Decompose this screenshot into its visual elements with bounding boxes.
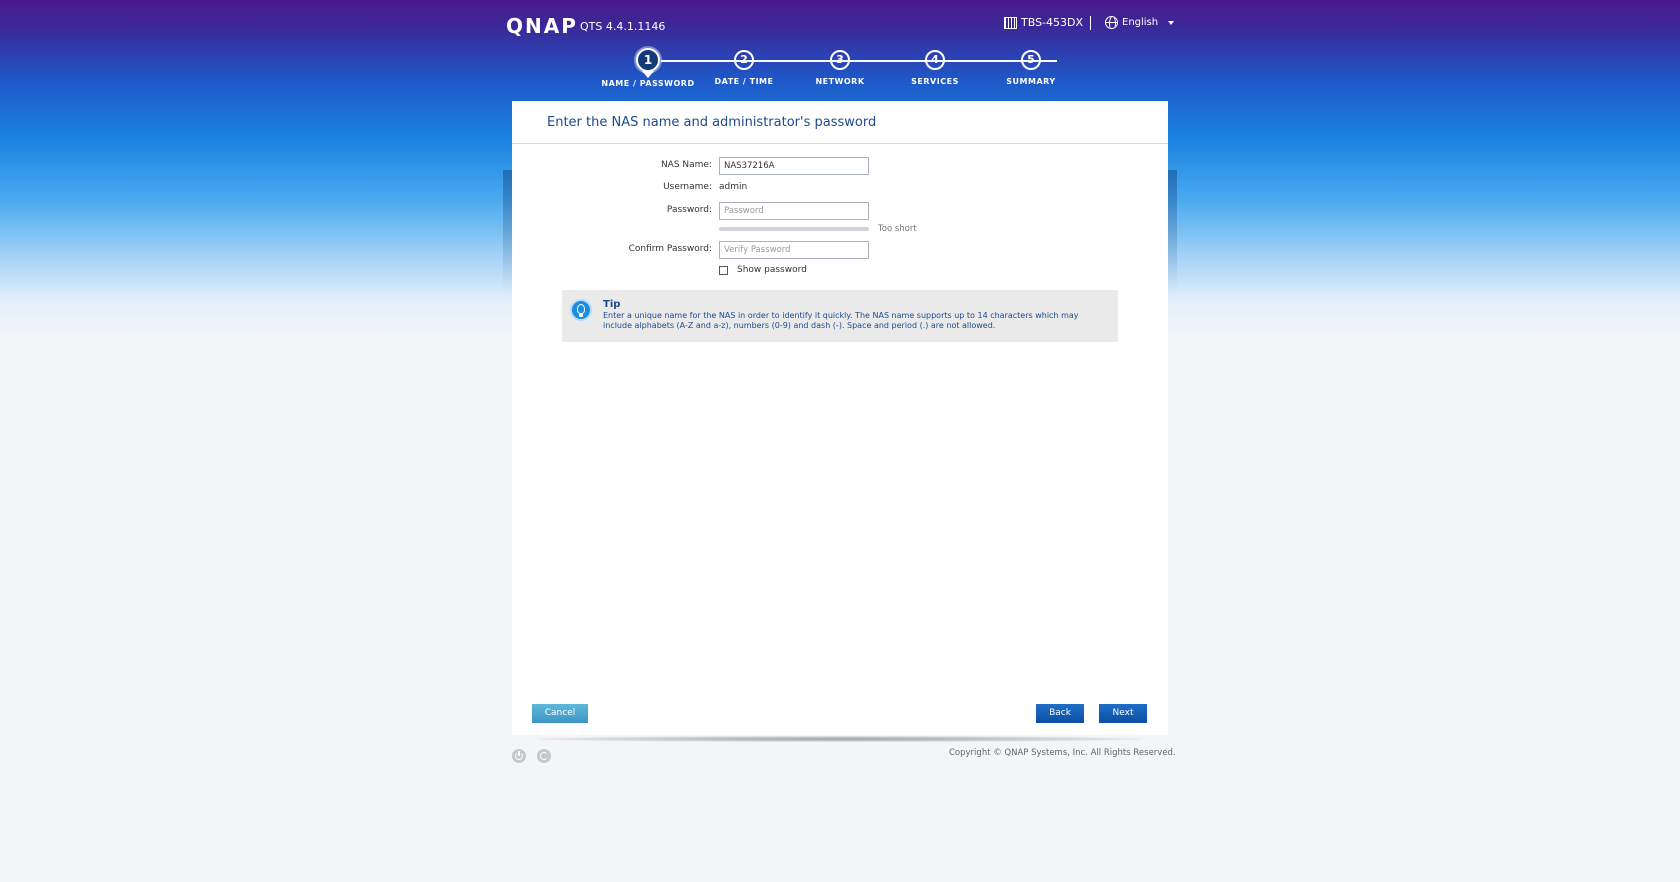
password-strength-text: Too short <box>878 224 917 234</box>
step-summary: 5 SUMMARY <box>971 50 1091 86</box>
nas-name-label: NAS Name: <box>660 160 712 170</box>
password-label: Password: <box>666 205 712 215</box>
wizard-panel: Enter the NAS name and administrator's p… <box>512 101 1168 735</box>
username-row: Username: admin <box>512 179 1168 199</box>
page-title: Enter the NAS name and administrator's p… <box>547 115 877 130</box>
next-button[interactable]: Next <box>1099 704 1147 723</box>
step-label: SUMMARY <box>1006 77 1056 86</box>
password-input[interactable] <box>719 202 869 220</box>
password-strength-bar <box>719 227 869 231</box>
footer-icons <box>512 749 551 763</box>
tip-box: Tip Enter a unique name for the NAS in o… <box>562 290 1118 342</box>
wizard-stepper: 1 NAME / PASSWORD 2 DATE / TIME 3 NETWOR… <box>0 0 1680 100</box>
step-number: 5 <box>1021 50 1041 70</box>
show-password-label: Show password <box>737 265 807 275</box>
password-row: Password: <box>512 202 1168 222</box>
back-button[interactable]: Back <box>1036 704 1084 723</box>
title-divider <box>512 143 1168 144</box>
step-number: 1 <box>636 48 660 72</box>
confirm-password-input[interactable] <box>719 241 869 259</box>
power-icon[interactable] <box>512 749 526 763</box>
restart-icon[interactable] <box>537 749 551 763</box>
tip-title: Tip <box>603 299 621 310</box>
confirm-password-label: Confirm Password: <box>628 244 712 254</box>
panel-shadow <box>538 736 1142 742</box>
background-shadow-right <box>1167 170 1177 290</box>
cancel-button[interactable]: Cancel <box>532 704 588 723</box>
username-label: Username: <box>663 182 712 192</box>
step-number: 2 <box>734 50 754 70</box>
username-value: admin <box>719 182 748 192</box>
show-password-checkbox[interactable] <box>719 265 728 275</box>
show-password-option[interactable]: Show password <box>719 265 807 275</box>
step-number: 3 <box>830 50 850 70</box>
step-number: 4 <box>925 50 945 70</box>
nas-name-input[interactable] <box>719 157 869 175</box>
confirm-password-row: Confirm Password: <box>512 241 1168 261</box>
tip-text: Enter a unique name for the NAS in order… <box>603 311 1079 330</box>
lightbulb-icon <box>570 299 592 321</box>
current-step-pointer-icon <box>642 71 654 78</box>
copyright-text: Copyright © QNAP Systems, Inc. All Right… <box>949 748 1176 758</box>
nas-name-row: NAS Name: <box>512 157 1168 177</box>
